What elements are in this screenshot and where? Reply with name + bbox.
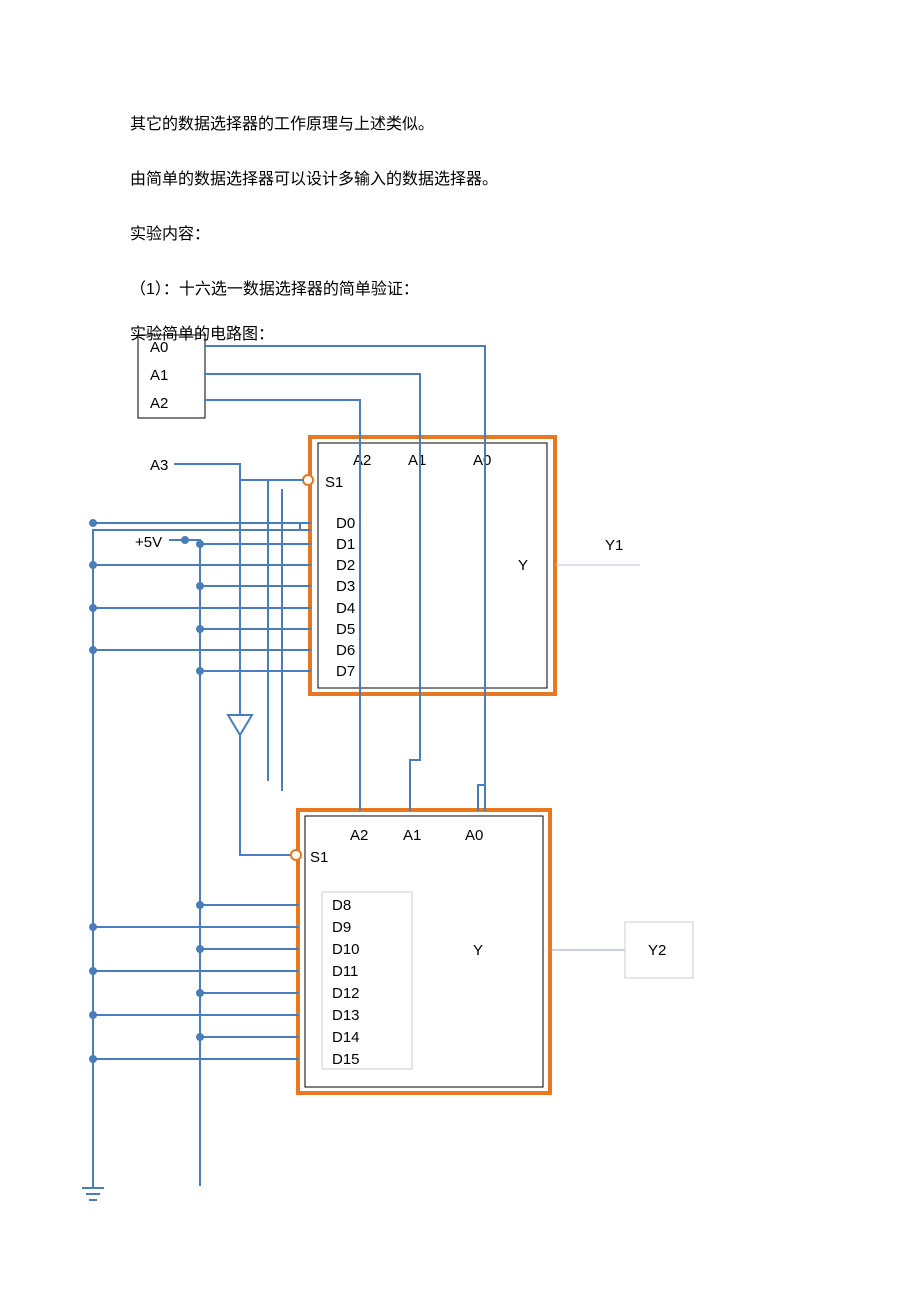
chip1-d2: D2 [336,557,355,574]
circuit-diagram: A0 A1 A2 A3 +5V A2 A1 A0 S1 D0 D1 D2 D3 … [0,330,920,1230]
chip1-d6: D6 [336,642,355,659]
chip2-a1: A1 [403,827,421,844]
label-a3: A3 [150,457,168,474]
label-a0: A0 [150,339,168,356]
chip1-d0: D0 [336,515,355,532]
paragraph-1: 其它的数据选择器的工作原理与上述类似。 [130,110,434,134]
chip2-d12: D12 [332,985,360,1002]
chip1-d7: D7 [336,663,355,680]
label-a2: A2 [150,395,168,412]
wires [83,346,485,1200]
chip1-a2: A2 [353,452,371,469]
chip1-d5: D5 [336,621,355,638]
chip2-d10: D10 [332,941,360,958]
chip2-a0: A0 [465,827,483,844]
chip2-d15: D15 [332,1051,360,1068]
chip1-a1: A1 [408,452,426,469]
chip1-d4: D4 [336,600,355,617]
label-y1: Y1 [605,537,623,554]
paragraph-4: （1）：十六选一数据选择器的简单验证： [130,275,419,299]
chip1-d3: D3 [336,578,355,595]
chip1-s1: S1 [325,474,343,491]
chip1-d1: D1 [336,536,355,553]
label-5v: +5V [135,534,162,551]
chip1-a0: A0 [473,452,491,469]
chip2-d9: D9 [332,919,351,936]
chip2-d8: D8 [332,897,351,914]
chip1-y: Y [518,557,528,574]
chip2-d11: D11 [332,963,358,980]
paragraph-2: 由简单的数据选择器可以设计多输入的数据选择器。 [130,165,498,189]
chip2-s1: S1 [310,849,328,866]
chip2-a2: A2 [350,827,368,844]
paragraph-3: 实验内容： [130,220,210,244]
chip2-d14: D14 [332,1029,360,1046]
label-y2: Y2 [648,942,666,959]
chip2-y: Y [473,942,483,959]
address-box [138,335,205,418]
chip2-d13: D13 [332,1007,360,1024]
label-a1: A1 [150,367,168,384]
